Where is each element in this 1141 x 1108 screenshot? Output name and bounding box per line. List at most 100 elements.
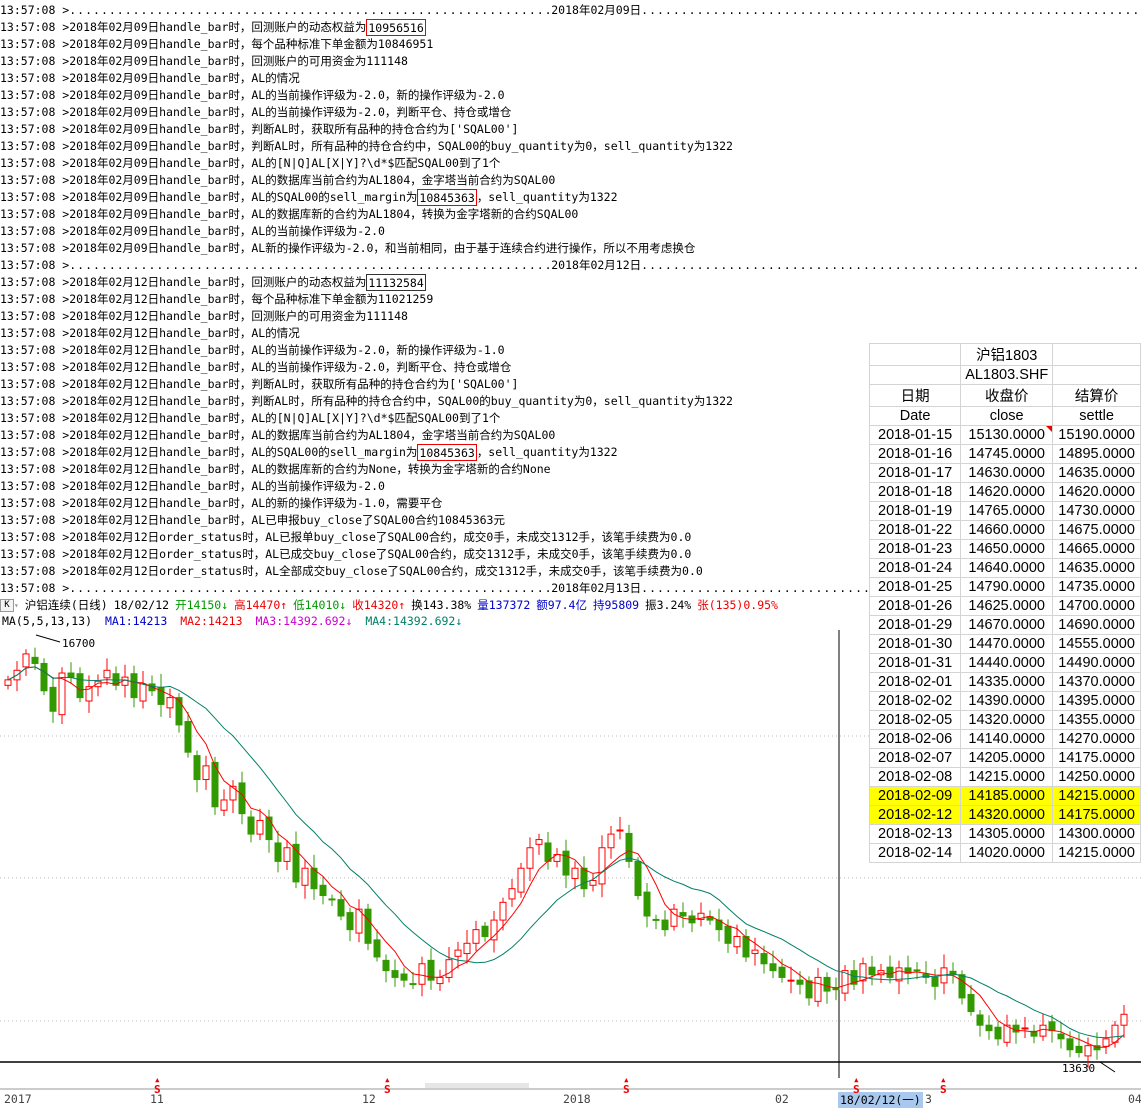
table-cell[interactable]: 14490.0000	[1052, 653, 1141, 673]
table-cell[interactable]: 14215.0000	[1052, 843, 1141, 863]
table-cell[interactable]: 14320.0000	[960, 710, 1054, 730]
table-cell[interactable]: 14335.0000	[960, 672, 1054, 692]
table-cell[interactable]: 14620.0000	[960, 482, 1054, 502]
table-cell[interactable]: 14745.0000	[960, 444, 1054, 464]
table-cell[interactable]: 14670.0000	[960, 615, 1054, 635]
table-cell[interactable]: 14555.0000	[1052, 634, 1141, 654]
scrollbar-thumb[interactable]	[425, 1083, 529, 1088]
table-cell[interactable]: 14735.0000	[1052, 577, 1141, 597]
table-cell[interactable]: 14305.0000	[960, 824, 1054, 844]
ma-params: MA(5,5,13,13)	[2, 614, 93, 628]
table-cell[interactable]: 14215.0000	[960, 767, 1054, 787]
table-cell[interactable]: 2018-01-22	[868, 520, 962, 540]
table-cell[interactable]: 14185.0000	[960, 786, 1054, 806]
candle-body	[976, 1014, 984, 1026]
axis-label: 12	[362, 1092, 376, 1106]
table-cell[interactable]: 2018-01-15	[868, 425, 962, 445]
candle-body	[265, 816, 273, 841]
candle-body	[472, 929, 480, 944]
candle-body	[499, 901, 507, 921]
candle-body	[724, 925, 732, 944]
table-cell[interactable]: 14700.0000	[1052, 596, 1141, 616]
table-cell[interactable]: 15130.0000	[960, 425, 1054, 445]
table-cell[interactable]: 2018-01-24	[868, 558, 962, 578]
table-cell[interactable]: 14175.0000	[1052, 748, 1141, 768]
table-cell[interactable]: 2018-01-19	[868, 501, 962, 521]
candle-body	[202, 765, 210, 781]
log-timestamp: 13:57:08 >	[0, 190, 70, 204]
table-cell[interactable]: 2018-01-23	[868, 539, 962, 559]
table-cell[interactable]: 14355.0000	[1052, 710, 1141, 730]
candle-body	[1111, 1024, 1119, 1043]
table-cell[interactable]: 14205.0000	[960, 748, 1054, 768]
table-cell[interactable]: 14470.0000	[960, 634, 1054, 654]
period-button[interactable]: K	[0, 599, 14, 612]
table-cell[interactable]: 14675.0000	[1052, 520, 1141, 540]
table-cell[interactable]: 14640.0000	[960, 558, 1054, 578]
table-cell[interactable]: 14395.0000	[1052, 691, 1141, 711]
log-text: 2018年02月12日handle_bar时，AL的SQAL00的sell_ma…	[69, 445, 418, 459]
table-cell[interactable]: 14630.0000	[960, 463, 1054, 483]
table-cell[interactable]: 15190.0000	[1052, 425, 1141, 445]
table-row: 2018-02-05 14320.0000 14355.0000	[868, 710, 1141, 730]
candle-body	[301, 867, 309, 886]
table-cell[interactable]: 14270.0000	[1052, 729, 1141, 749]
table-cell[interactable]: 2018-01-31	[868, 653, 962, 673]
table-cell[interactable]: 2018-01-16	[868, 444, 962, 464]
table-cell[interactable]: 2018-01-25	[868, 577, 962, 597]
table-cell[interactable]: 2018-02-14	[868, 843, 962, 863]
table-cell[interactable]: 2018-01-29	[868, 615, 962, 635]
table-cell[interactable]: 14020.0000	[960, 843, 1054, 863]
table-cell[interactable]: 14320.0000	[960, 805, 1054, 825]
table-cell[interactable]: 14790.0000	[960, 577, 1054, 597]
candle-body	[193, 755, 201, 781]
log-text: 2018年02月09日handle_bar时，AL的当前操作评级为-2.0	[69, 224, 385, 238]
table-cell[interactable]: 2018-02-05	[868, 710, 962, 730]
table-cell[interactable]: 14660.0000	[960, 520, 1054, 540]
table-cell[interactable]: 2018-01-30	[868, 634, 962, 654]
log-timestamp: 13:57:08 >	[0, 3, 70, 17]
table-cell[interactable]: 14140.0000	[960, 729, 1054, 749]
table-cell[interactable]: 2018-01-18	[868, 482, 962, 502]
table-cell[interactable]: 2018-02-08	[868, 767, 962, 787]
table-cell[interactable]: 14665.0000	[1052, 539, 1141, 559]
table-cell[interactable]: 14635.0000	[1052, 463, 1141, 483]
signal-marker: ▴ S	[623, 1073, 630, 1096]
close-price: 收14320↑	[352, 598, 406, 612]
log-timestamp: 13:57:08 >	[0, 241, 70, 255]
candle-body	[607, 833, 615, 849]
dropdown-icon[interactable]: ▾	[14, 597, 19, 614]
table-cell[interactable]: 2018-02-02	[868, 691, 962, 711]
log-line: 13:57:08 > 2018年02月09日handle_bar时，回测账户的可…	[0, 53, 1141, 70]
table-cell[interactable]: 14390.0000	[960, 691, 1054, 711]
table-cell[interactable]: 2018-02-13	[868, 824, 962, 844]
table-cell[interactable]: 2018-02-12	[868, 805, 962, 825]
table-row: 2018-02-08 14215.0000 14250.0000	[868, 767, 1141, 787]
table-cell[interactable]: 14895.0000	[1052, 444, 1141, 464]
table-cell[interactable]: 2018-02-01	[868, 672, 962, 692]
table-cell[interactable]: 2018-01-26	[868, 596, 962, 616]
table-cell[interactable]: 14250.0000	[1052, 767, 1141, 787]
log-text: 2018年02月09日handle_bar时，判断AL时，所有品种的持仓合约中，…	[69, 139, 733, 153]
table-cell[interactable]: 14440.0000	[960, 653, 1054, 673]
table-cell[interactable]: 14625.0000	[960, 596, 1054, 616]
table-cell[interactable]: 14730.0000	[1052, 501, 1141, 521]
table-cell[interactable]: 2018-02-09	[868, 786, 962, 806]
table-cell[interactable]: 14175.0000	[1052, 805, 1141, 825]
log-line: 13:57:08 > 2018年02月09日handle_bar时，AL的情况	[0, 70, 1141, 87]
table-cell[interactable]: 14635.0000	[1052, 558, 1141, 578]
table-cell[interactable]: 14765.0000	[960, 501, 1054, 521]
table-cell[interactable]: 14620.0000	[1052, 482, 1141, 502]
table-cell[interactable]: 14650.0000	[960, 539, 1054, 559]
log-text: 2018年02月09日handle_bar时，AL的SQAL00的sell_ma…	[69, 190, 418, 204]
candle-body	[373, 939, 381, 958]
table-cell[interactable]: 14215.0000	[1052, 786, 1141, 806]
table-cell[interactable]: 2018-01-17	[868, 463, 962, 483]
table-cell[interactable]: 2018-02-06	[868, 729, 962, 749]
table-cell[interactable]: 14690.0000	[1052, 615, 1141, 635]
table-cell[interactable]: 14300.0000	[1052, 824, 1141, 844]
candle-body	[319, 884, 327, 897]
table-row: 2018-01-23 14650.0000 14665.0000	[868, 539, 1141, 559]
table-cell[interactable]: 2018-02-07	[868, 748, 962, 768]
table-cell[interactable]: 14370.0000	[1052, 672, 1141, 692]
